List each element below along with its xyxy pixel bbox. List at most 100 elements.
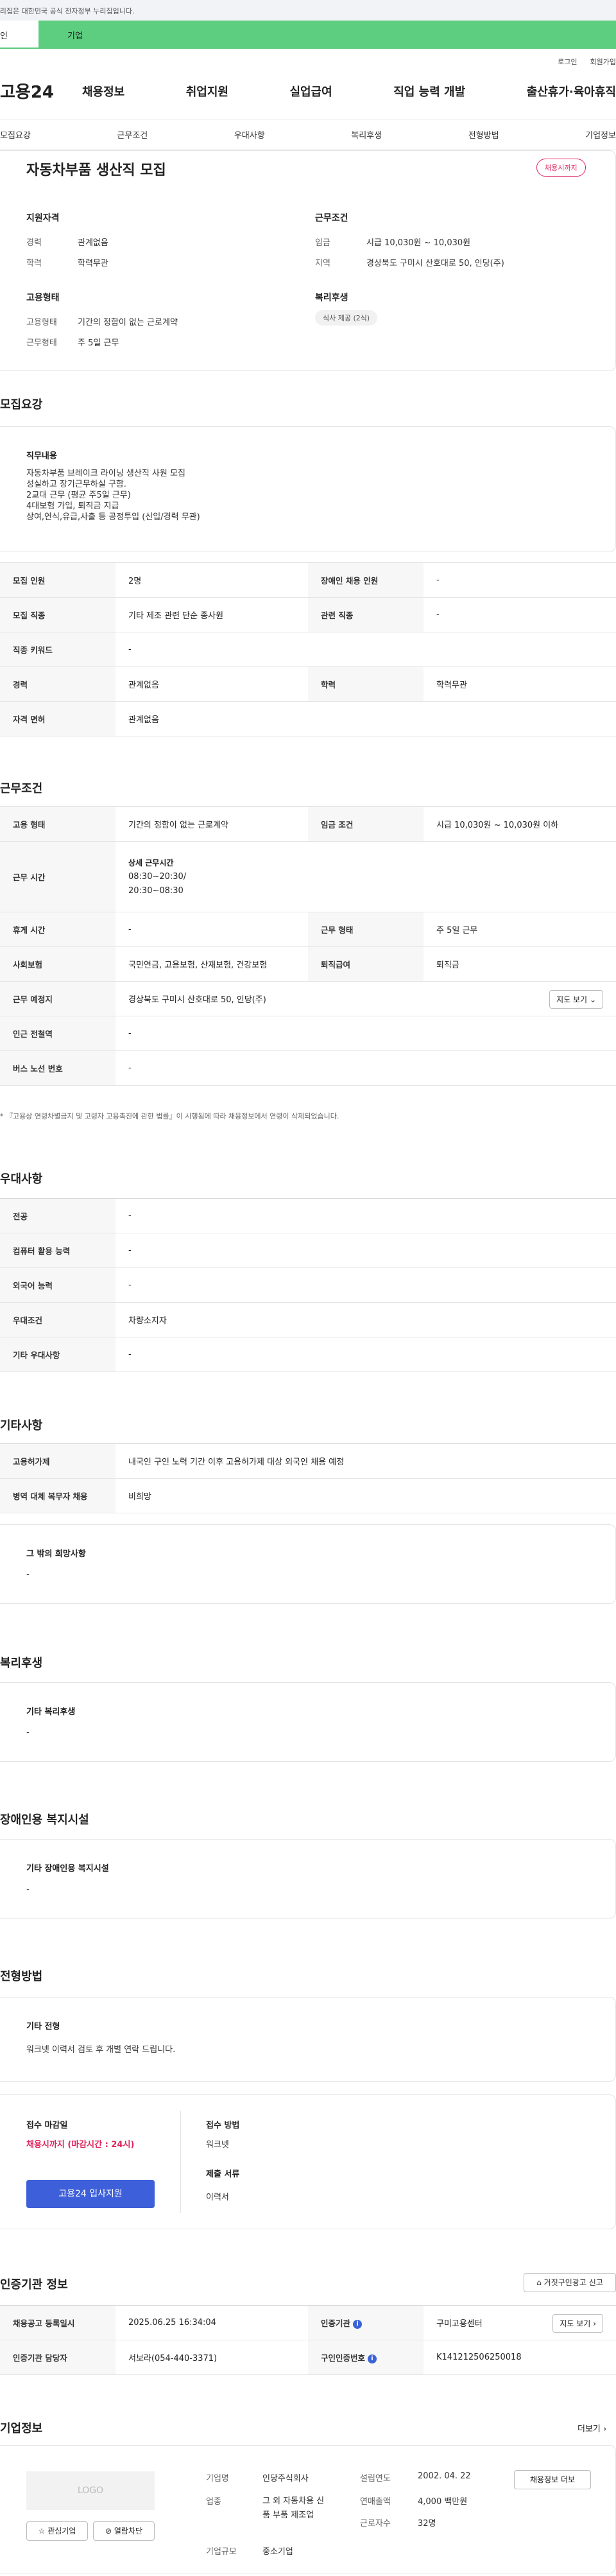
disability-box-title: 기타 장애인용 복지시설 [26,1864,109,1874]
false-ad-report-button[interactable]: ⌂ 거짓구인광고 신고 [524,2273,616,2292]
tab-company[interactable]: 기업정보 [585,128,616,141]
table-row: 모집 인원 2명 장애인 채용 인원 - [0,562,616,598]
table-row: 고용 형태 기간의 정함이 없는 근로계약 임금 조건 시급 10,030원 ~… [0,806,616,842]
apply-button[interactable]: 고용24 입사지원 [26,2180,155,2208]
tab-work[interactable]: 근무조건 [117,128,148,141]
block-icon: ⊘ [105,2527,112,2536]
table-row: 경력 관계없음 학력 학력무관 [0,666,616,702]
cell-value: - [424,597,616,632]
cell-label: 외국어 능력 [0,1267,116,1303]
industry-value: 그 외 자동차용 신 품 부품 제조업 [262,2494,324,2523]
job-desc-line: 2교대 근무 (평균 주5일 근무) [26,491,131,500]
hours-line: 08:30~20:30/ [128,871,187,882]
etc-wish-title: 그 밖의 희망사항 [26,1549,86,1559]
cond-label: 임금 [315,238,330,248]
nav-item[interactable]: 채용정보 [82,83,124,100]
company-name-value: 인당주식회사 [262,2474,309,2484]
cond-title: 근무조건 [315,213,348,223]
section-work-title: 근무조건 [0,782,43,796]
cell-label: 직종 키워드 [0,632,116,667]
agency-map-button[interactable]: 지도 보기 › [552,2314,603,2333]
favorite-company-button[interactable]: ☆ 관심기업 [26,2521,88,2541]
industry-label: 업종 [206,2497,221,2507]
cell-label: 고용 형태 [0,806,116,842]
etc-wish-card: 그 밖의 희망사항 - [0,1524,616,1604]
welfare-tag: 식사 제공 (2식) [315,310,378,326]
work-place-value: 경상북도 구미시 산호대로 50, 인당(주) [128,995,266,1005]
welfare-box-value: - [26,1728,30,1737]
cond-value: 시급 10,030원 ~ 10,030원 [366,238,471,248]
industry-line: 그 외 자동차용 신 [262,2496,325,2506]
report-icon: ⌂ [536,2278,542,2287]
welfare-card: 기타 복리후생 - [0,1682,616,1762]
prefer-table: 전공 - 컴퓨터 활용 능력 - 외국어 능력 - 우대조건 차량소지자 기타 우대사항… [0,1198,616,1372]
company-size-value: 중소기업 [262,2547,293,2557]
cell-label: 학력 [308,666,424,702]
cell-value: 기간의 정함이 없는 근로계약 [116,806,308,842]
table-row: 외국어 능력 - [0,1267,616,1303]
table-row: 컴퓨터 활용 능력 - [0,1233,616,1268]
job-title: 자동차부품 생산직 모집 [26,162,166,178]
cell-label: 인근 전철역 [0,1016,116,1051]
job-desc-title: 직무내용 [26,451,57,461]
signup-link[interactable]: 회원가입 [590,58,616,66]
cell-label: 모집 직종 [0,597,116,632]
cell-label: 근무 형태 [308,912,424,947]
cell-label: 휴게 시간 [0,912,116,947]
docs-label: 제출 서류 [206,2170,240,2179]
cell-value: 차량소지자 [116,1302,616,1337]
company-jobs-button[interactable]: 채용정보 더보 [514,2470,591,2489]
site-logo[interactable]: 고용24 [0,79,82,103]
nav-item[interactable]: 직업 능력 개발 [393,83,465,100]
login-link[interactable]: 로그인 [558,58,577,66]
cell-label: 병역 대체 복무자 채용 [0,1478,116,1513]
tab-prefer[interactable]: 우대사항 [234,128,265,141]
founded-label: 설립연도 [360,2474,391,2484]
deadline-badge: 채용시까지 [536,159,586,177]
table-row: 사회보험 국민연금, 고용보험, 산재보험, 건강보험 퇴직급여 퇴직금 [0,946,616,982]
qual-label: 학력 [26,259,42,268]
table-row: 모집 직종 기타 제조 관련 단순 종사원 관련 직종 - [0,597,616,632]
nav-item[interactable]: 출산휴가·육아휴직 [527,83,616,100]
company-more-link[interactable]: 더보기 › [578,2422,606,2434]
block-company-button[interactable]: ⊘ 열람차단 [93,2521,155,2541]
info-icon[interactable]: i [353,2319,363,2329]
cell-label: 관련 직종 [308,597,424,632]
cell-label: 경력 [0,666,116,702]
nav-item[interactable]: 취업지원 [186,83,228,100]
cell-label: 근무 시간 [0,841,116,912]
qual-value: 관계없음 [78,238,108,248]
qual-title: 지원자격 [26,213,60,223]
section-company-title: 기업정보 [0,2422,43,2435]
tab-company[interactable]: 기업 [38,21,616,49]
job-desc-line: 자동차부품 브레이크 라이닝 생산직 사원 모집 [26,469,185,478]
cell-value: 비희망 [116,1478,616,1513]
chevron-right-icon: › [603,2424,607,2434]
tab-personal[interactable]: 개인 [0,21,38,49]
nav-item[interactable]: 실업급여 [290,83,332,100]
tab-welfare[interactable]: 복리후생 [351,128,382,141]
cell-value: 2명 [116,562,308,598]
welfare-box-title: 기타 복리후생 [26,1707,76,1717]
map-view-button[interactable]: 지도 보기 ⌄ [549,990,603,1009]
job-desc-line: 4대보험 가입, 퇴직금 지급 [26,501,119,511]
age-law-note-text: 『고용상 연령차별금지 및 고령자 고용촉진에 관한 법률』이 시행됨에 따라 … [6,1112,339,1120]
employees-value: 32명 [418,2519,436,2528]
tab-recruit[interactable]: 모집요강 [0,128,31,141]
section-screening-title: 전형방법 [0,1970,43,1983]
table-row: 고용허가제 내국인 구인 노력 기간 이후 고용허가제 대상 외국인 채용 예정 [0,1443,616,1479]
cell-label: 전공 [0,1198,116,1233]
tab-screening[interactable]: 전형방법 [468,128,499,141]
cell-value: - [116,632,616,667]
cell-label: 퇴직급여 [308,946,424,982]
cell-value: 시급 10,030원 ~ 10,030원 이하 [424,806,616,842]
section-tabs: 모집요강 근무조건 우대사항 복리후생 전형방법 기업정보 [0,119,616,150]
cell-value: - [116,1337,616,1372]
method-label: 접수 방법 [206,2121,240,2130]
cond-label: 지역 [315,259,330,268]
favorite-label: 관심기업 [47,2527,76,2536]
table-row: 근무 예정지 경상북도 구미시 산호대로 50, 인당(주) 지도 보기 ⌄ [0,981,616,1016]
cell-value: K141212506250018 [424,2340,616,2375]
apply-card: 접수 마감일 채용시까지 (마감시간 : 24시) 고용24 입사지원 접수 방… [0,2094,616,2229]
info-icon[interactable]: i [368,2354,377,2363]
